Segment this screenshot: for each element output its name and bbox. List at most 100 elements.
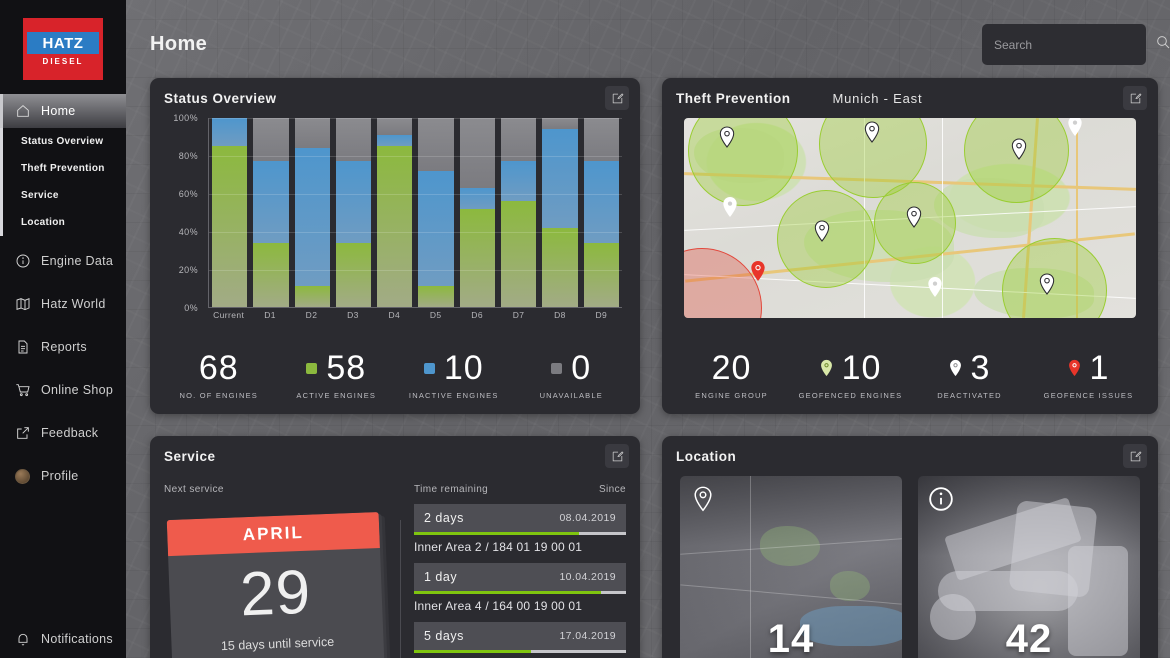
- chart-bar-d5[interactable]: [415, 118, 456, 307]
- panel-status-overview: Status Overview 0% 20% 40% 60% 80% 100% Curre…: [150, 78, 640, 414]
- document-icon: [14, 339, 31, 356]
- sidebar-item-status-overview[interactable]: Status Overview: [0, 128, 126, 155]
- service-item[interactable]: 5 days 17.04.2019: [414, 622, 626, 653]
- map-pin-icon[interactable]: [864, 121, 880, 143]
- swatch-unavailable-icon: [551, 362, 563, 374]
- sidebar-item-notifications[interactable]: Notifications: [0, 624, 126, 658]
- panel-location: Location 14 42: [662, 436, 1158, 658]
- map-pin-icon[interactable]: [1039, 273, 1055, 295]
- sidebar-item-feedback[interactable]: Feedback: [0, 416, 126, 450]
- sidebar-item-engine-data[interactable]: Engine Data: [0, 244, 126, 278]
- service-item-date: 17.04.2019: [559, 630, 616, 642]
- stat-engine-group: 20 ENGINE GROUP: [672, 351, 791, 400]
- map-pin-deactivated-icon[interactable]: [1067, 118, 1083, 137]
- chart-segment: [212, 118, 248, 147]
- status-stat-row: 68 NO. OF ENGINES 58 ACTIVE ENGINES 10 I…: [160, 351, 630, 400]
- map-pin-deactivated-icon[interactable]: [927, 276, 943, 298]
- pin-geofenced-icon: [820, 359, 833, 377]
- search-icon[interactable]: [1155, 34, 1170, 55]
- sidebar-item-reports[interactable]: Reports: [0, 330, 126, 364]
- service-item-description: Inner Area 4 / 164 00 19 00 01: [414, 599, 583, 613]
- calendar-day: 29: [238, 557, 313, 630]
- stat-label: ACTIVE ENGINES: [296, 391, 377, 400]
- sidebar-item-theft-prevention[interactable]: Theft Prevention: [0, 155, 126, 182]
- service-item[interactable]: 1 day 10.04.2019 Inner Area 4 / 164 00 19 …: [414, 563, 626, 613]
- chart-gridline: [209, 232, 622, 233]
- panel-header: Service: [150, 436, 640, 476]
- edit-icon[interactable]: [1123, 86, 1147, 110]
- chart-bar-d2[interactable]: [292, 118, 333, 307]
- edit-icon[interactable]: [1123, 444, 1147, 468]
- sidebar-item-profile[interactable]: Profile: [0, 459, 126, 493]
- service-item[interactable]: 2 days 08.04.2019 Inner Area 2 / 184 01 19…: [414, 504, 626, 554]
- stat-value: 0: [571, 349, 592, 387]
- map-pin-icon[interactable]: [814, 220, 830, 242]
- location-card-engine[interactable]: 42: [918, 476, 1140, 658]
- brand-logo[interactable]: HATZ DIESEL: [0, 0, 126, 94]
- sidebar-item-hatz-world[interactable]: Hatz World: [0, 287, 126, 321]
- map-pin-icon[interactable]: [906, 206, 922, 228]
- location-card-map[interactable]: 14: [680, 476, 902, 658]
- panel-header: Location: [662, 436, 1158, 476]
- service-item-date: 10.04.2019: [559, 571, 616, 583]
- chart-bar-d1[interactable]: [250, 118, 291, 307]
- chart-segment: [583, 242, 619, 307]
- chart-y-tick: 80%: [178, 151, 198, 161]
- service-calendar[interactable]: APRIL 29 15 days until service: [166, 511, 386, 658]
- map-pin-icon[interactable]: [719, 126, 735, 148]
- sidebar-item-location[interactable]: Location: [0, 209, 126, 236]
- theft-map[interactable]: [684, 118, 1136, 318]
- sidebar-item-service[interactable]: Service: [0, 182, 126, 209]
- stat-inactive-engines: 10 INACTIVE ENGINES: [395, 351, 513, 400]
- chart-y-axis: 0% 20% 40% 60% 80% 100%: [164, 113, 202, 313]
- chart-segment: [583, 118, 619, 162]
- sidebar-item-online-shop[interactable]: Online Shop: [0, 373, 126, 407]
- panel-service: Service Next service APRIL 29 15 days un…: [150, 436, 640, 658]
- page-title: Home: [150, 32, 208, 55]
- brand-subtitle: DIESEL: [42, 57, 84, 66]
- chart-bar-d7[interactable]: [498, 118, 539, 307]
- chart-x-tick: Current: [213, 310, 245, 320]
- chart-bar-d4[interactable]: [374, 118, 415, 307]
- bell-icon: [14, 631, 31, 648]
- sidebar-item-label-engine-data: Engine Data: [41, 254, 114, 268]
- external-link-icon: [14, 425, 31, 442]
- stat-active-engines: 58 ACTIVE ENGINES: [278, 351, 396, 400]
- sidebar-item-label-hatz-world: Hatz World: [41, 297, 106, 311]
- chart-segment: [418, 286, 454, 307]
- swatch-inactive-icon: [423, 362, 435, 374]
- chart-segment: [501, 201, 537, 307]
- chart-bar-d3[interactable]: [333, 118, 374, 307]
- chart-bar-d9[interactable]: [581, 118, 622, 307]
- panel-subtitle-region: Munich - East: [832, 90, 923, 106]
- chart-segment: [459, 187, 496, 209]
- chart-x-tick: D5: [429, 310, 442, 320]
- sidebar-sublabel-theft-prevention: Theft Prevention: [21, 163, 105, 174]
- edit-icon[interactable]: [605, 444, 629, 468]
- panel-title-theft: Theft Prevention: [676, 90, 791, 106]
- map-pin-icon[interactable]: [1011, 138, 1027, 160]
- chart-segment: [418, 118, 454, 171]
- sidebar-sublabel-location: Location: [21, 217, 66, 228]
- chart-gridline: [209, 194, 622, 195]
- map-pin-alert-icon[interactable]: [750, 260, 766, 282]
- search-input[interactable]: [994, 37, 1149, 52]
- map-pin-deactivated-icon[interactable]: [722, 196, 738, 218]
- chart-bar-d8[interactable]: [539, 118, 580, 307]
- chart-segment: [335, 242, 372, 307]
- search-box[interactable]: [982, 24, 1170, 65]
- chart-segment: [501, 118, 537, 162]
- chart-x-tick: D6: [471, 310, 483, 320]
- brand-name: HATZ: [27, 32, 99, 54]
- pin-deactivated-icon: [949, 359, 962, 377]
- sidebar-item-home[interactable]: Home: [0, 94, 126, 128]
- chart-x-tick: D1: [264, 310, 276, 320]
- chart-y-tick: 60%: [178, 189, 198, 199]
- chart-bar-d6[interactable]: [457, 118, 498, 307]
- chart-x-tick: D7: [512, 310, 525, 320]
- stat-value: 10: [443, 349, 484, 387]
- location-body: 14 42: [680, 476, 1140, 658]
- service-item-days: 1 day: [424, 570, 458, 584]
- chart-bar-current[interactable]: [209, 118, 250, 307]
- edit-icon[interactable]: [605, 86, 629, 110]
